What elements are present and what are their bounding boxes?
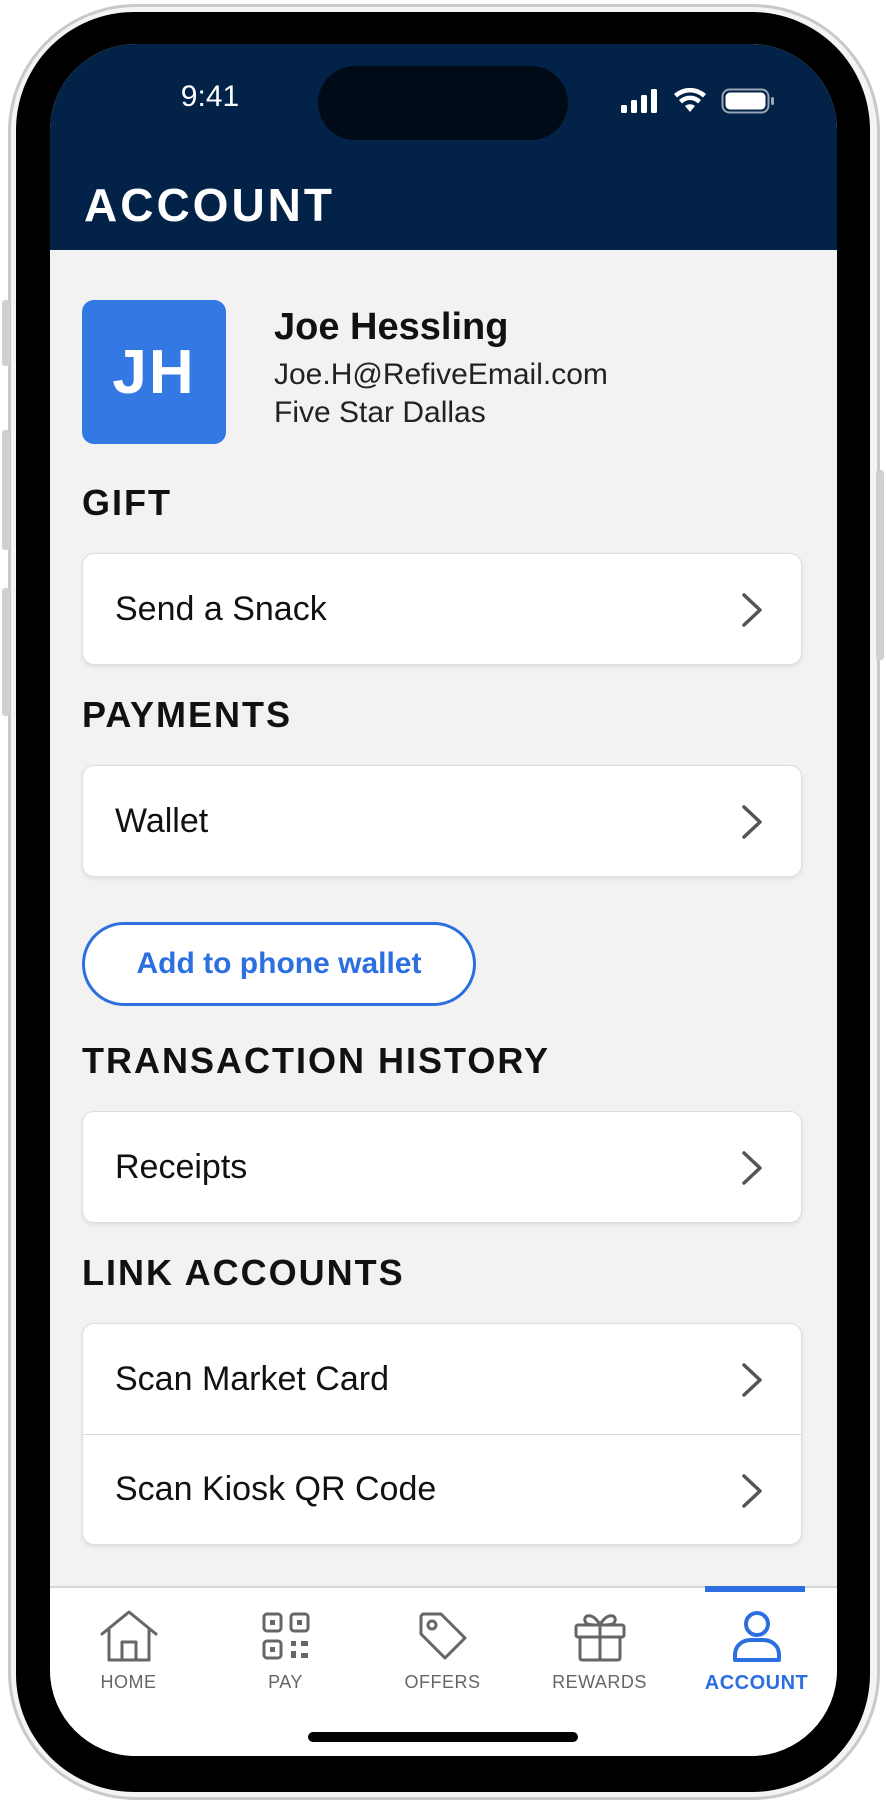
- power-button: [876, 470, 884, 660]
- row-label: Receipts: [115, 1147, 248, 1186]
- row-label: Scan Kiosk QR Code: [115, 1470, 437, 1508]
- gift-card: Send a Snack: [82, 553, 802, 665]
- dynamic-island: [318, 66, 568, 140]
- tab-offers[interactable]: OFFERS: [364, 1588, 521, 1708]
- section-title-transaction-history: TRANSACTION HISTORY: [82, 1040, 551, 1081]
- home-icon: [100, 1610, 157, 1662]
- section-title-link-accounts: LINK ACCOUNTS: [82, 1252, 405, 1293]
- row-label: Scan Market Card: [115, 1359, 389, 1398]
- payments-card: Wallet: [82, 765, 802, 877]
- screen: 9:41 ACCOUNT JH Joe Hessling Joe.H@Refiv…: [50, 44, 837, 1756]
- row-label: Wallet: [115, 801, 209, 840]
- chevron-right-icon: [742, 1474, 762, 1508]
- header: 9:41 ACCOUNT: [50, 44, 837, 250]
- battery-icon: [721, 88, 775, 119]
- section-title-payments: PAYMENTS: [82, 694, 293, 735]
- home-indicator: [308, 1732, 578, 1742]
- status-icons: [621, 87, 775, 119]
- volume-down-button: [2, 588, 10, 716]
- qr-code-icon: [262, 1612, 309, 1660]
- avatar: JH: [82, 300, 226, 444]
- page-title: ACCOUNT: [84, 179, 335, 231]
- row-label: Send a Snack: [115, 589, 327, 628]
- wallet-row[interactable]: Wallet: [83, 766, 801, 876]
- tab-label: PAY: [268, 1672, 303, 1692]
- tab-label: HOME: [100, 1672, 157, 1692]
- tab-bar: HOME PAY OFFERS REWARDS ACCOUNT: [50, 1586, 837, 1756]
- gift-icon: [574, 1614, 625, 1662]
- tab-pay[interactable]: PAY: [207, 1588, 364, 1708]
- tab-account[interactable]: ACCOUNT: [678, 1588, 835, 1708]
- signal-icon: [621, 89, 659, 118]
- volume-up-button: [2, 430, 10, 550]
- tab-rewards[interactable]: REWARDS: [521, 1588, 678, 1708]
- send-a-snack-row[interactable]: Send a Snack: [83, 554, 801, 664]
- section-title-gift: GIFT: [82, 482, 172, 523]
- tab-label: ACCOUNT: [704, 1672, 809, 1694]
- wifi-icon: [673, 87, 707, 119]
- tag-icon: [419, 1612, 466, 1660]
- add-to-phone-wallet-button[interactable]: Add to phone wallet: [82, 922, 476, 1006]
- link-accounts-card: Scan Market Card Scan Kiosk QR Code: [82, 1323, 802, 1545]
- chevron-right-icon: [742, 593, 762, 627]
- chevron-right-icon: [742, 1151, 762, 1185]
- scan-kiosk-qr-code-row[interactable]: Scan Kiosk QR Code: [83, 1434, 801, 1544]
- profile-location: Five Star Dallas: [274, 396, 486, 429]
- tab-label: OFFERS: [404, 1672, 481, 1692]
- chevron-right-icon: [742, 805, 762, 839]
- profile-email: Joe.H@RefiveEmail.com: [274, 358, 608, 391]
- receipts-row[interactable]: Receipts: [83, 1112, 801, 1222]
- action-button: [2, 300, 10, 366]
- profile-name: Joe Hessling: [274, 306, 509, 348]
- tab-label: REWARDS: [552, 1672, 647, 1692]
- transaction-history-card: Receipts: [82, 1111, 802, 1223]
- user-icon: [732, 1611, 781, 1662]
- status-time: 9:41: [180, 80, 240, 113]
- scan-market-card-row[interactable]: Scan Market Card: [83, 1324, 801, 1434]
- tab-home[interactable]: HOME: [50, 1588, 207, 1708]
- chevron-right-icon: [742, 1363, 762, 1397]
